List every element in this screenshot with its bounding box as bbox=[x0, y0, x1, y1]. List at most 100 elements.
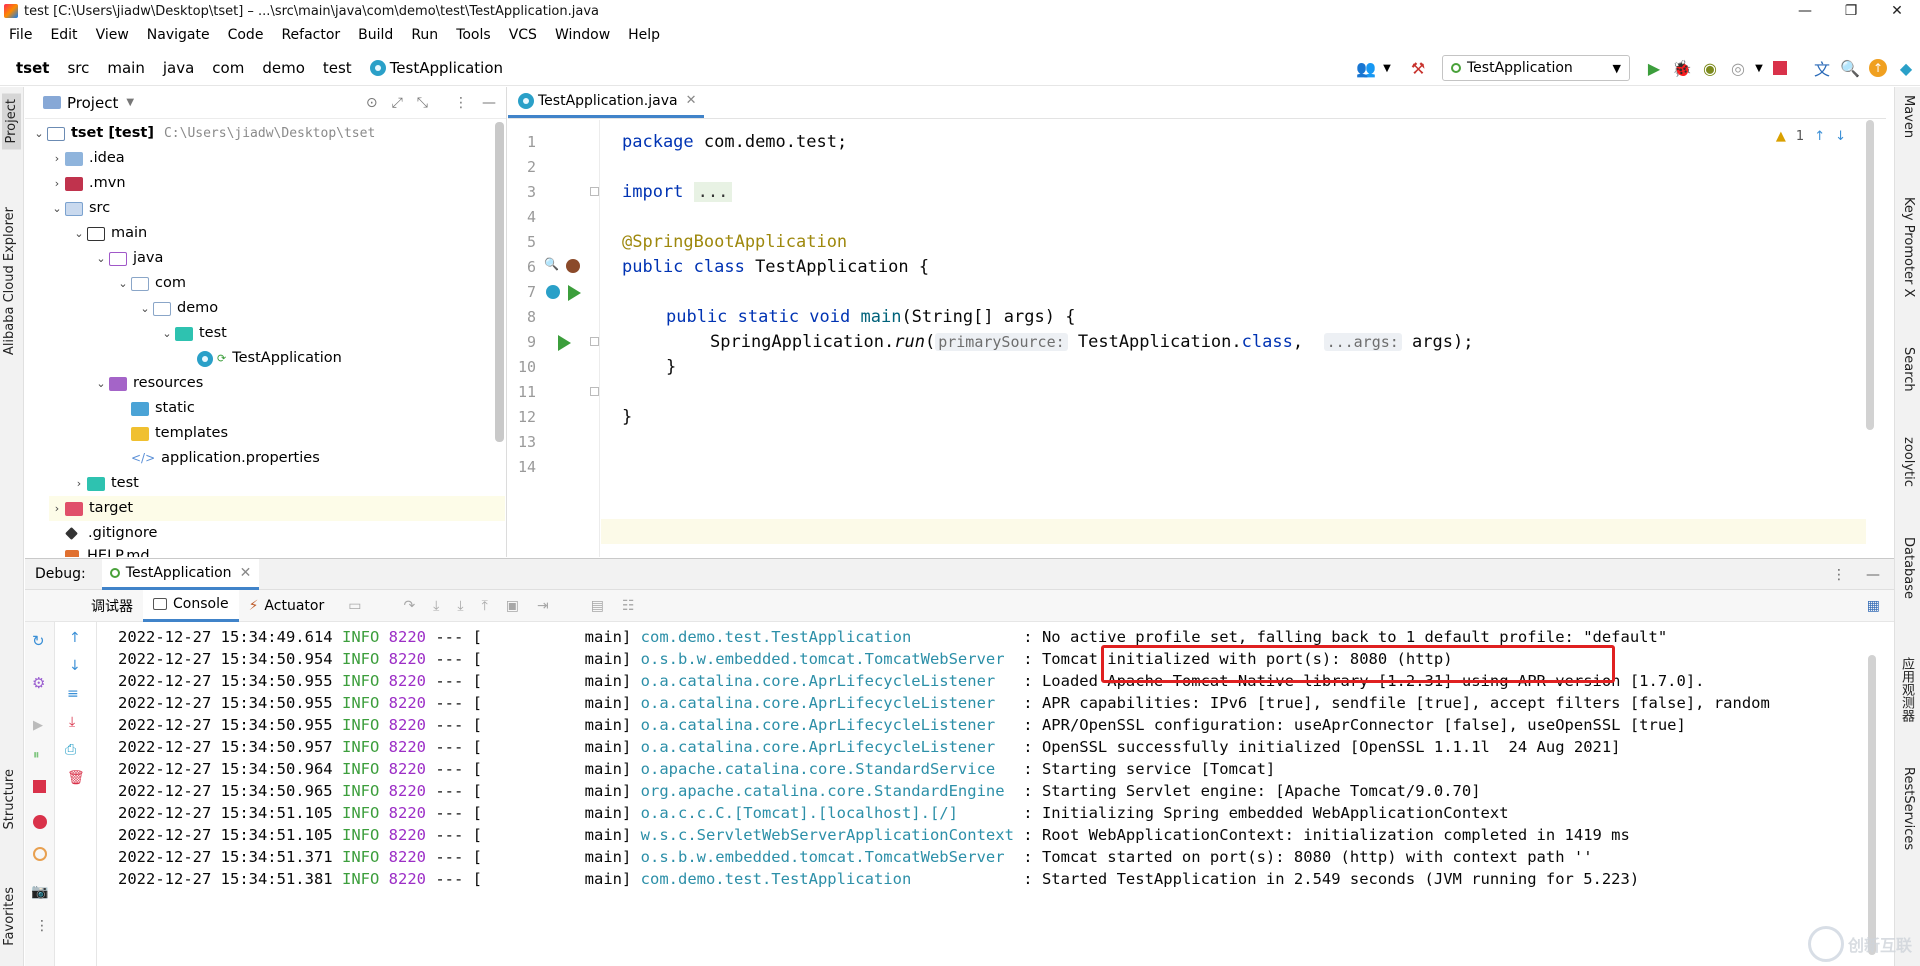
tree-item-help-md[interactable]: HELP.md bbox=[65, 546, 150, 557]
tree-item-project-root[interactable]: ⌄ tset [test] C:\Users\jiadw\Desktop\tse… bbox=[31, 121, 375, 146]
chevron-down-icon[interactable]: ⌄ bbox=[137, 296, 153, 321]
code-line-6[interactable]: @SpringBootApplication bbox=[622, 232, 847, 252]
menu-file[interactable]: File bbox=[0, 27, 41, 43]
tab-actuator[interactable]: ⚡ Actuator bbox=[239, 590, 335, 622]
mute-breakpoints-icon[interactable] bbox=[33, 847, 47, 861]
scroll-down-icon[interactable]: ↓ bbox=[69, 658, 81, 674]
users-icon[interactable]: 👥 bbox=[1352, 54, 1380, 82]
tree-item-gitignore[interactable]: .gitignore bbox=[65, 521, 157, 546]
search-icon[interactable]: 🔍 bbox=[1836, 54, 1864, 82]
tree-item-java[interactable]: ⌄ java bbox=[93, 246, 163, 271]
trace-stream-icon[interactable]: ☷ bbox=[622, 598, 635, 614]
chevron-down-icon[interactable]: ▼ bbox=[1752, 54, 1766, 82]
code-line-1[interactable]: package com.demo.test; bbox=[622, 132, 847, 152]
next-highlight-icon[interactable]: ↓ bbox=[1835, 129, 1846, 144]
menu-tools[interactable]: Tools bbox=[447, 27, 500, 43]
clear-all-icon[interactable]: 🗑 bbox=[67, 770, 85, 786]
run-gutter-icon[interactable] bbox=[558, 335, 571, 351]
coverage-icon[interactable]: ◉ bbox=[1696, 54, 1724, 82]
resume-icon[interactable]: ▶ bbox=[33, 718, 43, 733]
hide-panel-icon[interactable]: — bbox=[482, 95, 496, 111]
breadcrumb-class[interactable]: TestApplication bbox=[362, 59, 513, 77]
tree-item-templates[interactable]: templates bbox=[131, 421, 228, 446]
tree-item-com[interactable]: ⌄ com bbox=[115, 271, 186, 296]
chevron-right-icon[interactable]: › bbox=[49, 496, 65, 521]
chevron-down-icon[interactable]: ⌄ bbox=[31, 121, 47, 146]
code-line-13[interactable]: } bbox=[622, 407, 632, 427]
chevron-down-icon[interactable]: ⌄ bbox=[71, 221, 87, 246]
run-configuration-select[interactable]: TestApplication ▼ bbox=[1442, 55, 1630, 81]
code-line-11[interactable]: } bbox=[666, 357, 676, 377]
tree-item-test-package[interactable]: ⌄ test bbox=[159, 321, 226, 346]
editor-gutter[interactable]: 1 2 3 4 5 6 7 8 9 10 11 12 13 14 🔍 bbox=[508, 120, 600, 557]
run-gutter-icon[interactable] bbox=[568, 285, 581, 301]
menu-run[interactable]: Run bbox=[402, 27, 447, 43]
more-icon[interactable]: ⋮ bbox=[35, 918, 49, 934]
options-menu-icon[interactable]: ⋮ bbox=[1832, 567, 1846, 583]
chevron-down-icon[interactable]: ▼ bbox=[1380, 54, 1394, 82]
layout-settings-icon[interactable]: ▦ bbox=[1867, 598, 1880, 614]
update-icon[interactable]: ↑ bbox=[1864, 54, 1892, 82]
tree-item-testapplication[interactable]: ⟳ TestApplication bbox=[197, 346, 342, 371]
rest-services-tool-tab[interactable]: RestServices bbox=[1901, 767, 1916, 850]
translate-icon[interactable]: 文 bbox=[1808, 54, 1836, 82]
menu-refactor[interactable]: Refactor bbox=[272, 27, 349, 43]
find-usages-icon[interactable]: 🔍 bbox=[544, 257, 559, 271]
menu-window[interactable]: Window bbox=[546, 27, 619, 43]
editor-scrollbar[interactable] bbox=[1866, 120, 1874, 430]
previous-highlight-icon[interactable]: ↑ bbox=[1814, 129, 1825, 144]
tree-item-idea[interactable]: › .idea bbox=[49, 146, 125, 171]
menu-navigate[interactable]: Navigate bbox=[138, 27, 219, 43]
expand-all-icon[interactable]: ⤢ bbox=[392, 95, 403, 111]
menu-build[interactable]: Build bbox=[349, 27, 402, 43]
menu-edit[interactable]: Edit bbox=[41, 27, 86, 43]
scroll-up-icon[interactable]: ↑ bbox=[69, 630, 81, 646]
profiler-icon[interactable]: ◎ bbox=[1724, 54, 1752, 82]
maximize-button[interactable]: ❐ bbox=[1828, 0, 1874, 22]
favorites-tool-tab[interactable]: Favorites bbox=[2, 887, 17, 946]
tree-item-resources[interactable]: ⌄ resources bbox=[93, 371, 203, 396]
breadcrumb-com[interactable]: com bbox=[204, 59, 254, 77]
app-observer-tool-tab[interactable]: 应用观测器 bbox=[1897, 657, 1916, 722]
search-tool-tab[interactable]: Search bbox=[1901, 347, 1916, 392]
close-icon[interactable]: ✕ bbox=[686, 93, 697, 108]
project-panel-title[interactable]: Project bbox=[67, 94, 118, 112]
debug-bug-icon[interactable]: 🐞 bbox=[1668, 54, 1696, 82]
pause-icon[interactable]: ⏸ bbox=[33, 748, 40, 763]
tree-item-test-folder[interactable]: › test bbox=[71, 471, 139, 496]
code-line-7[interactable]: public class TestApplication { bbox=[622, 257, 929, 277]
fold-icon[interactable] bbox=[590, 387, 599, 396]
camera-icon[interactable]: 📷 bbox=[31, 884, 48, 900]
stop-icon[interactable] bbox=[1766, 54, 1794, 82]
database-tool-tab[interactable]: Database bbox=[1901, 537, 1916, 599]
scroll-to-end-icon[interactable]: ⤓ bbox=[69, 714, 75, 730]
zoolytic-tool-tab[interactable]: zoolytic bbox=[1901, 437, 1916, 487]
code-line-10[interactable]: SpringApplication.run(primarySource: Tes… bbox=[710, 332, 1473, 352]
chevron-right-icon[interactable]: › bbox=[49, 146, 65, 171]
chevron-right-icon[interactable]: › bbox=[49, 171, 65, 196]
drop-frame-icon[interactable]: ▣ bbox=[506, 598, 519, 614]
breadcrumb-main[interactable]: main bbox=[99, 59, 154, 77]
locate-icon[interactable]: ⊙ bbox=[366, 95, 378, 111]
plugin-icon[interactable]: ◆ bbox=[1892, 54, 1920, 82]
tree-item-demo[interactable]: ⌄ demo bbox=[137, 296, 218, 321]
project-tool-tab[interactable]: Project bbox=[2, 93, 21, 150]
print-icon[interactable]: ⎙ bbox=[65, 742, 76, 758]
alibaba-cloud-explorer-tab[interactable]: Alibaba Cloud Explorer bbox=[2, 207, 17, 355]
chevron-down-icon[interactable]: ⌄ bbox=[93, 371, 109, 396]
chevron-down-icon[interactable]: ⌄ bbox=[115, 271, 131, 296]
chevron-down-icon[interactable]: ▼ bbox=[126, 97, 134, 108]
close-window-button[interactable]: ✕ bbox=[1874, 0, 1920, 22]
rerun-icon[interactable]: ↻ bbox=[32, 632, 45, 650]
tree-item-mvn[interactable]: › .mvn bbox=[49, 171, 126, 196]
chevron-down-icon[interactable]: ⌄ bbox=[93, 246, 109, 271]
menu-view[interactable]: View bbox=[87, 27, 138, 43]
debug-session-tab[interactable]: TestApplication ✕ bbox=[101, 558, 260, 590]
soft-wrap-icon[interactable]: ≡ bbox=[67, 686, 79, 702]
settings-gear-icon[interactable]: ⚙ bbox=[32, 674, 45, 692]
chevron-right-icon[interactable]: › bbox=[71, 471, 87, 496]
tree-item-main[interactable]: ⌄ main bbox=[71, 221, 147, 246]
spring-bean-icon[interactable] bbox=[566, 259, 580, 273]
step-over-icon[interactable]: ↷ bbox=[403, 598, 415, 614]
tree-item-src[interactable]: ⌄ src bbox=[49, 196, 110, 221]
